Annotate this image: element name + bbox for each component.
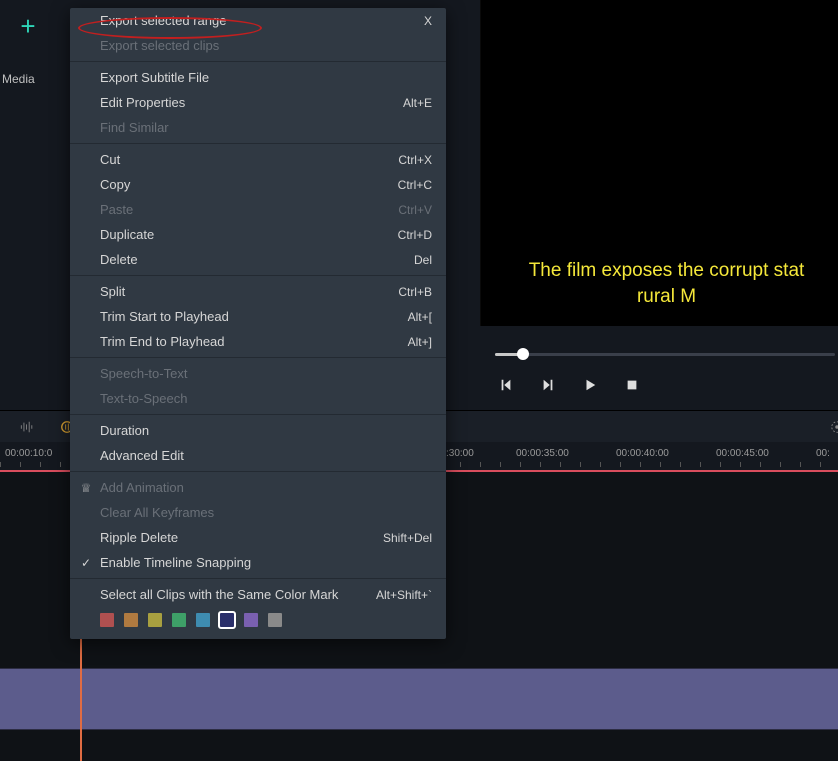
- ruler-timestamp: 00:00:10:0: [5, 448, 52, 459]
- transport-controls: [497, 376, 641, 394]
- menu-item-clear-all-keyframes: Clear All Keyframes: [70, 500, 446, 525]
- prev-frame-button[interactable]: [497, 376, 515, 394]
- menu-separator: [70, 143, 446, 144]
- menu-item-cut[interactable]: Cut Ctrl+X: [70, 147, 446, 172]
- menu-item-shortcut: Shift+Del: [383, 531, 432, 545]
- menu-item-label: Add Animation: [100, 480, 184, 495]
- menu-separator: [70, 471, 446, 472]
- preview-subtitle: The film exposes the corrupt stat rural …: [495, 258, 838, 310]
- menu-item-find-similar: Find Similar: [70, 115, 446, 140]
- menu-item-enable-timeline-snapping[interactable]: ✓ Enable Timeline Snapping: [70, 550, 446, 575]
- ruler-timestamp: :30:00: [446, 448, 474, 459]
- menu-item-export-subtitle-file[interactable]: Export Subtitle File: [70, 65, 446, 90]
- menu-item-label: Export Subtitle File: [100, 70, 209, 85]
- menu-item-shortcut: Ctrl+B: [398, 285, 432, 299]
- subtitle-line: rural M: [495, 284, 838, 310]
- ruler-timestamp: 00:: [816, 448, 830, 459]
- color-swatch[interactable]: [172, 613, 186, 627]
- menu-item-shortcut: Alt+Shift+`: [376, 588, 432, 602]
- menu-item-export-selected-clips: Export selected clips: [70, 33, 446, 58]
- menu-item-shortcut: X: [424, 14, 432, 28]
- menu-item-label: Export selected range: [100, 13, 226, 28]
- menu-item-shortcut: Alt+]: [408, 335, 432, 349]
- menu-item-speech-to-text: Speech-to-Text: [70, 361, 446, 386]
- menu-item-trim-start-to-playhead[interactable]: Trim Start to Playhead Alt+[: [70, 304, 446, 329]
- menu-separator: [70, 414, 446, 415]
- color-swatch[interactable]: [100, 613, 114, 627]
- menu-item-label: Advanced Edit: [100, 448, 184, 463]
- menu-item-label: Trim Start to Playhead: [100, 309, 229, 324]
- color-swatch[interactable]: [196, 613, 210, 627]
- menu-item-label: Select all Clips with the Same Color Mar…: [100, 587, 338, 602]
- menu-separator: [70, 357, 446, 358]
- menu-item-label: Duplicate: [100, 227, 154, 242]
- play-button[interactable]: [581, 376, 599, 394]
- menu-item-label: Edit Properties: [100, 95, 185, 110]
- menu-item-label: Split: [100, 284, 125, 299]
- ruler-timestamp: 00:00:40:00: [616, 448, 669, 459]
- menu-item-shortcut: Alt+[: [408, 310, 432, 324]
- menu-item-shortcut: Del: [414, 253, 432, 267]
- color-swatch[interactable]: [220, 613, 234, 627]
- ruler-timestamp: 00:00:35:00: [516, 448, 569, 459]
- color-swatch[interactable]: [124, 613, 138, 627]
- ruler-timestamp: 00:00:45:00: [716, 448, 769, 459]
- scrub-track: [495, 353, 835, 356]
- menu-item-label: Trim End to Playhead: [100, 334, 225, 349]
- menu-item-shortcut: Ctrl+V: [398, 203, 432, 217]
- menu-item-delete[interactable]: Delete Del: [70, 247, 446, 272]
- menu-item-label: Text-to-Speech: [100, 391, 187, 406]
- stop-button[interactable]: [623, 376, 641, 394]
- menu-item-shortcut: Ctrl+D: [398, 228, 432, 242]
- menu-item-text-to-speech: Text-to-Speech: [70, 386, 446, 411]
- check-icon: ✓: [78, 555, 94, 571]
- color-swatch[interactable]: [244, 613, 258, 627]
- menu-item-shortcut: Ctrl+X: [398, 153, 432, 167]
- menu-item-label: Ripple Delete: [100, 530, 178, 545]
- color-swatch[interactable]: [148, 613, 162, 627]
- menu-item-label: Enable Timeline Snapping: [100, 555, 251, 570]
- menu-item-ripple-delete[interactable]: Ripple Delete Shift+Del: [70, 525, 446, 550]
- color-swatch[interactable]: [268, 613, 282, 627]
- add-media-button[interactable]: +: [10, 8, 46, 44]
- crown-icon: ♕: [78, 480, 94, 496]
- menu-item-split[interactable]: Split Ctrl+B: [70, 279, 446, 304]
- menu-item-label: Find Similar: [100, 120, 169, 135]
- context-menu: Export selected range X Export selected cl…: [70, 8, 446, 639]
- menu-item-label: Cut: [100, 152, 120, 167]
- media-panel-label: Media: [2, 72, 35, 86]
- menu-item-duplicate[interactable]: Duplicate Ctrl+D: [70, 222, 446, 247]
- menu-item-advanced-edit[interactable]: Advanced Edit: [70, 443, 446, 468]
- menu-item-edit-properties[interactable]: Edit Properties Alt+E: [70, 90, 446, 115]
- menu-item-shortcut: Ctrl+C: [398, 178, 432, 192]
- menu-separator: [70, 275, 446, 276]
- menu-item-duration[interactable]: Duration: [70, 418, 446, 443]
- menu-item-shortcut: Alt+E: [403, 96, 432, 110]
- next-frame-button[interactable]: [539, 376, 557, 394]
- preview-scrub-bar[interactable]: [495, 350, 835, 360]
- audio-waveform-icon[interactable]: [18, 418, 36, 436]
- menu-item-label: Paste: [100, 202, 133, 217]
- menu-item-copy[interactable]: Copy Ctrl+C: [70, 172, 446, 197]
- menu-item-trim-end-to-playhead[interactable]: Trim End to Playhead Alt+]: [70, 329, 446, 354]
- menu-item-label: Speech-to-Text: [100, 366, 187, 381]
- menu-item-label: Export selected clips: [100, 38, 219, 53]
- subtitle-line: The film exposes the corrupt stat: [495, 258, 838, 284]
- video-clip[interactable]: [0, 668, 838, 730]
- menu-separator: [70, 578, 446, 579]
- menu-item-label: Copy: [100, 177, 130, 192]
- menu-item-paste: Paste Ctrl+V: [70, 197, 446, 222]
- menu-item-select-all-clips-with-the-same-color-mark[interactable]: Select all Clips with the Same Color Mar…: [70, 582, 446, 607]
- menu-item-add-animation: ♕ Add Animation: [70, 475, 446, 500]
- menu-item-export-selected-range[interactable]: Export selected range X: [70, 8, 446, 33]
- color-swatch-row: [70, 607, 446, 631]
- scrub-thumb[interactable]: [517, 348, 529, 360]
- menu-item-label: Delete: [100, 252, 138, 267]
- menu-item-label: Duration: [100, 423, 149, 438]
- menu-separator: [70, 61, 446, 62]
- settings-icon[interactable]: [828, 418, 838, 436]
- menu-item-label: Clear All Keyframes: [100, 505, 214, 520]
